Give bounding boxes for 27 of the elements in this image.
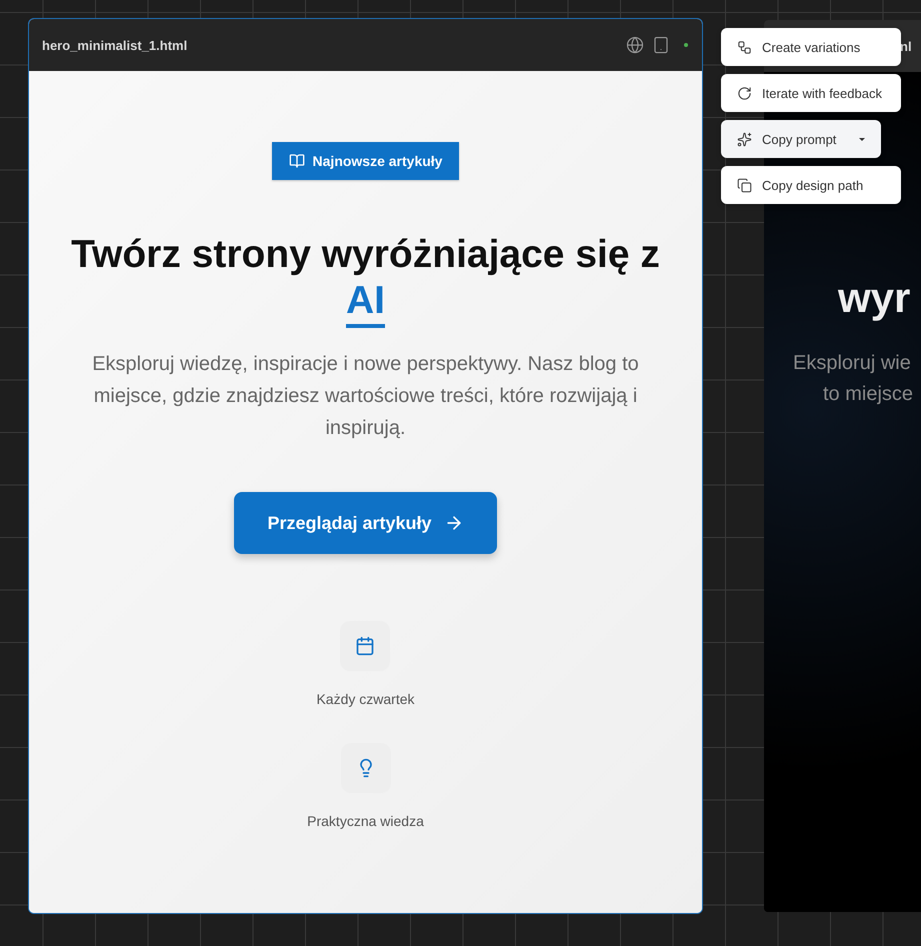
hero-heading: wyr bbox=[838, 274, 910, 322]
highlight-word: AI bbox=[346, 280, 385, 328]
sparkles-icon bbox=[737, 132, 752, 146]
refresh-icon bbox=[737, 86, 752, 100]
lightbulb-icon bbox=[340, 743, 390, 793]
hero-subtitle: Eksploruj wie bbox=[793, 352, 912, 375]
hero-subtitle: to miejsce bbox=[823, 383, 914, 406]
menu-item[interactable]: Iterate with feedback bbox=[721, 74, 901, 112]
calendar-icon bbox=[340, 621, 390, 671]
frame-title: nl bbox=[900, 38, 912, 54]
caret-icon bbox=[859, 138, 865, 140]
feature-label: Każdy czwartek bbox=[316, 691, 415, 707]
copy-icon bbox=[737, 178, 752, 192]
badge-label: Najnowsze artykuły bbox=[312, 153, 442, 169]
feature-label: Praktyczna wiedza bbox=[307, 813, 424, 829]
nodes-icon bbox=[737, 40, 752, 54]
globe-icon[interactable] bbox=[626, 36, 644, 54]
menu-item[interactable]: Copy prompt bbox=[721, 120, 881, 158]
tablet-icon[interactable] bbox=[652, 36, 670, 54]
browse-button[interactable]: Przeglądaj artykuły bbox=[234, 492, 497, 554]
status-dot bbox=[684, 43, 688, 47]
hero-heading: Twórz strony wyróżniające się z bbox=[71, 232, 660, 278]
menu-item[interactable]: Create variations bbox=[721, 28, 901, 66]
hero-subtitle: Eksploruj wiedzę, inspiracje i nowe perspektywy. Nasz blog to miejsce, gdzie znajdziesz wartościowe treści, które rozwijają i inspirują. bbox=[91, 352, 640, 441]
frame-title: hero_minimalist_1.html bbox=[42, 38, 188, 52]
menu-item[interactable]: Copy design path bbox=[721, 166, 901, 204]
book-icon bbox=[288, 153, 305, 169]
